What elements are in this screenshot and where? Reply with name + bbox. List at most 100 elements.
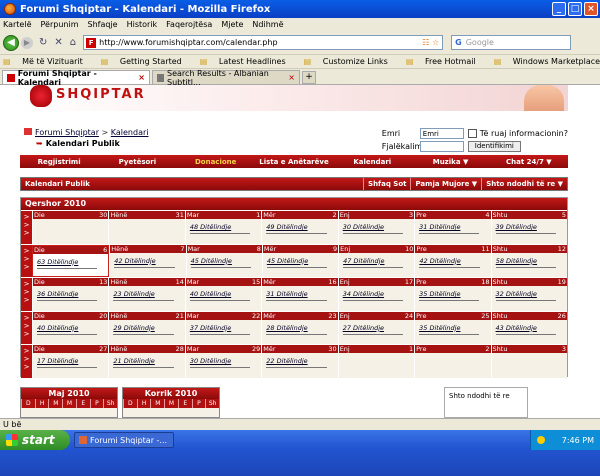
maximize-button[interactable]: □ <box>568 2 582 16</box>
password-input[interactable] <box>419 141 464 152</box>
birthday-event-link[interactable]: 30 Ditëlindje <box>342 223 404 234</box>
calendar-day[interactable]: Mër 2 49 Ditëlindje <box>261 211 338 244</box>
day-number[interactable]: 13 <box>99 278 107 286</box>
taskbar-item-firefox[interactable]: Forumi Shqiptar -... <box>74 432 174 448</box>
stop-icon[interactable]: ✕ <box>54 37 62 48</box>
calendar-day[interactable]: Mër 23 28 Ditëlindje <box>261 311 338 344</box>
calendar-day[interactable]: Shtu 26 43 Ditëlindje <box>490 311 567 344</box>
menu-item-3[interactable]: Historik <box>127 20 158 29</box>
day-number[interactable]: 15 <box>252 278 260 286</box>
calendar-day[interactable]: Hënë 31 <box>108 211 185 244</box>
day-number[interactable]: 21 <box>176 312 184 320</box>
week-view-link[interactable]: > > > <box>21 278 32 311</box>
calendar-day[interactable]: Mar 8 45 Ditëlindje <box>185 244 262 277</box>
show-today-button[interactable]: Shfaq Sot <box>363 178 410 190</box>
day-number[interactable]: 9 <box>333 245 337 253</box>
menu-item-2[interactable]: Shfaqje <box>87 20 117 29</box>
day-number[interactable]: 18 <box>481 278 489 286</box>
breadcrumb-home[interactable]: Forumi Shqiptar <box>35 128 99 137</box>
birthday-event-link[interactable]: 45 Ditëlindje <box>190 257 252 268</box>
calendar-day[interactable]: Hënë 28 21 Ditëlindje <box>108 345 185 378</box>
birthday-event-link[interactable]: 34 Ditëlindje <box>342 290 404 301</box>
tab-search-results[interactable]: Search Results - Albanian Subtitl... × <box>152 69 300 87</box>
day-number[interactable]: 26 <box>558 312 566 320</box>
calendar-day[interactable]: Mër 30 22 Ditëlindje <box>261 345 338 378</box>
nav-item-3[interactable]: Lista e Anëtarëve <box>255 158 333 166</box>
week-view-link[interactable]: > > > <box>21 244 32 277</box>
nav-item-5[interactable]: Muzika ▼ <box>411 158 489 166</box>
site-logo[interactable]: SHQIPTAR <box>56 87 146 102</box>
birthday-event-link[interactable]: 48 Ditëlindje <box>189 223 251 234</box>
calendar-day[interactable]: Enj 3 30 Ditëlindje <box>337 211 415 244</box>
day-number[interactable]: 20 <box>99 312 107 320</box>
login-button[interactable]: Identifikimi <box>467 141 521 152</box>
birthday-event-link[interactable]: 45 Ditëlindje <box>266 257 328 268</box>
close-button[interactable]: × <box>584 2 598 16</box>
menu-item-4[interactable]: Faqerojtësa <box>166 20 212 29</box>
birthday-event-link[interactable]: 35 Ditëlindje <box>419 290 480 301</box>
tray-icon[interactable] <box>537 436 545 444</box>
day-number[interactable]: 4 <box>485 211 489 219</box>
calendar-day[interactable]: Mër 9 45 Ditëlindje <box>261 244 339 277</box>
birthday-event-link[interactable]: 42 Ditëlindje <box>419 257 480 268</box>
reload-icon[interactable]: ↻ <box>39 37 47 48</box>
calendar-day[interactable]: Mar 15 40 Ditëlindje <box>184 278 262 311</box>
birthday-event-link[interactable]: 47 Ditëlindje <box>343 257 404 268</box>
day-number[interactable]: 30 <box>99 211 107 219</box>
calendar-day[interactable]: Pre 11 42 Ditëlindje <box>414 244 491 277</box>
day-number[interactable]: 1 <box>409 345 413 353</box>
birthday-event-link[interactable]: 40 Ditëlindje <box>37 324 98 335</box>
breadcrumb-section[interactable]: Kalendari <box>111 128 149 137</box>
menu-item-6[interactable]: Ndihmë <box>252 20 283 29</box>
day-number[interactable]: 10 <box>405 245 413 253</box>
birthday-event-link[interactable]: 21 Ditëlindje <box>113 357 175 368</box>
day-number[interactable]: 30 <box>328 345 336 353</box>
calendar-day[interactable]: Shtu 19 32 Ditëlindje <box>490 278 567 311</box>
birthday-event-link[interactable]: 28 Ditëlindje <box>266 324 327 335</box>
minimize-button[interactable]: _ <box>552 2 566 16</box>
bookmark-item-1[interactable]: ▤ Getting Started <box>101 57 191 66</box>
day-number[interactable]: 24 <box>405 312 413 320</box>
calendar-day[interactable]: Hënë 7 42 Ditëlindje <box>109 244 186 277</box>
birthday-event-link[interactable]: 40 Ditëlindje <box>189 290 251 301</box>
calendar-day[interactable]: Enj 1 <box>337 345 415 378</box>
bookmark-item-0[interactable]: ▤ Më të Vizituarit <box>3 57 92 66</box>
birthday-event-link[interactable]: 42 Ditëlindje <box>114 257 175 268</box>
mini-calendar-title[interactable]: Maj 2010 <box>21 388 117 399</box>
birthday-event-link[interactable]: 29 Ditëlindje <box>113 324 175 335</box>
close-tab-icon[interactable]: × <box>138 73 145 82</box>
close-tab-icon[interactable]: × <box>288 73 295 82</box>
new-tab-button[interactable]: + <box>302 71 316 84</box>
birthday-event-link[interactable]: 58 Ditëlindje <box>495 257 557 268</box>
rss-icon[interactable]: ☷ ☆ <box>422 38 442 47</box>
calendar-day[interactable]: Die 6 63 Ditëlindje <box>32 244 110 277</box>
birthday-event-link[interactable]: 17 Ditëlindje <box>37 357 98 368</box>
tab-forumi-kalendari[interactable]: Forumi Shqiptar - Kalendari × <box>2 69 150 87</box>
birthday-event-link[interactable]: 49 Ditëlindje <box>266 223 327 234</box>
calendar-day[interactable]: Shtu 5 39 Ditëlindje <box>490 211 567 244</box>
birthday-event-link[interactable]: 23 Ditëlindje <box>113 290 175 301</box>
day-number[interactable]: 3 <box>409 211 413 219</box>
calendar-day[interactable]: Hënë 21 29 Ditëlindje <box>108 311 185 344</box>
day-number[interactable]: 25 <box>481 312 489 320</box>
day-number[interactable]: 14 <box>176 278 184 286</box>
day-number[interactable]: 12 <box>558 245 566 253</box>
birthday-event-link[interactable]: 27 Ditëlindje <box>342 324 404 335</box>
calendar-day[interactable]: Hënë 14 23 Ditëlindje <box>108 278 185 311</box>
search-box[interactable]: G Google <box>451 35 572 50</box>
nav-item-2[interactable]: Donacione <box>177 158 255 166</box>
nav-item-1[interactable]: Pyetësori <box>98 158 176 166</box>
day-number[interactable]: 5 <box>562 211 566 219</box>
calendar-day[interactable]: Die 30 <box>32 211 109 244</box>
add-event-button[interactable]: Shto ndodhi të re ▼ <box>481 178 567 190</box>
day-number[interactable]: 2 <box>333 211 337 219</box>
birthday-event-link[interactable]: 39 Ditëlindje <box>495 223 557 234</box>
calendar-day[interactable]: Mar 29 30 Ditëlindje <box>184 345 262 378</box>
birthday-event-link[interactable]: 63 Ditëlindje <box>37 258 98 269</box>
birthday-event-link[interactable]: 22 Ditëlindje <box>266 357 327 368</box>
nav-item-0[interactable]: Regjistrimi <box>20 158 98 166</box>
calendar-day[interactable]: Enj 24 27 Ditëlindje <box>337 311 415 344</box>
bookmark-item-4[interactable]: ▤ Free Hotmail <box>406 57 485 66</box>
day-number[interactable]: 28 <box>176 345 184 353</box>
remember-checkbox[interactable] <box>467 129 477 138</box>
